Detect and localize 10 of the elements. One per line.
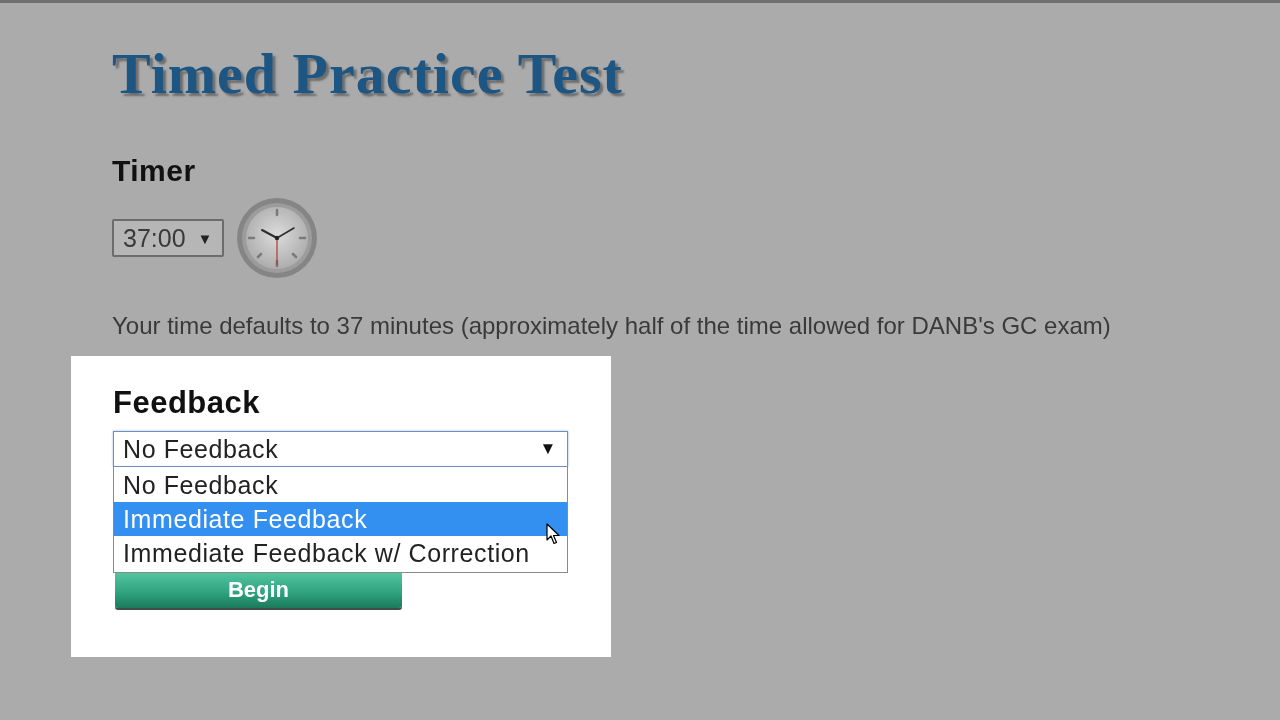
feedback-label: Feedback — [113, 385, 260, 421]
timer-select[interactable]: 37:00 ▼ — [112, 219, 225, 257]
clock-icon — [236, 197, 319, 279]
timer-label: Timer — [112, 153, 196, 189]
caret-icon: ▼ — [197, 229, 213, 247]
timer-note: Your time defaults to 37 minutes (approximately half of the time allowed for DANB's GC exam) — [112, 312, 1111, 340]
cursor-icon — [546, 523, 560, 545]
feedback-select[interactable]: No Feedback ▼ — [113, 431, 568, 467]
caret-icon: ▼ — [539, 439, 557, 459]
page-title: Timed Practice Test — [112, 41, 623, 107]
